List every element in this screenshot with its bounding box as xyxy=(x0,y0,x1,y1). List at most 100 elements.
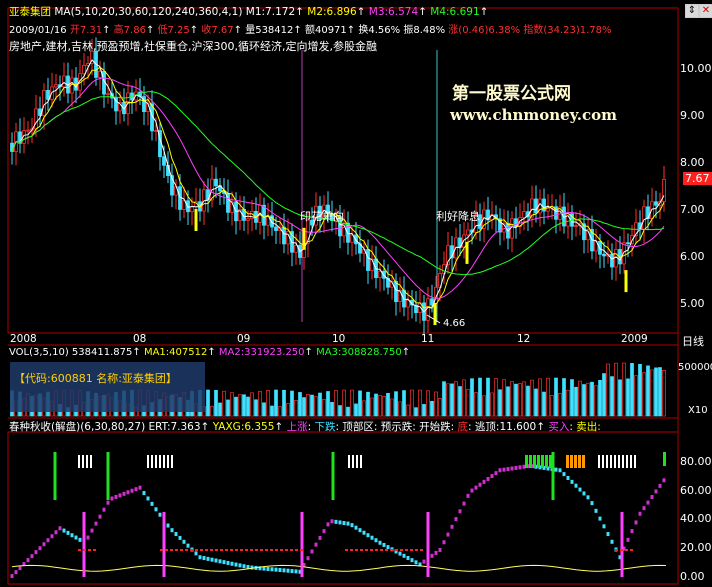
volume-bar xyxy=(486,377,490,417)
indicator-step xyxy=(194,551,198,556)
indicator-step xyxy=(90,528,94,533)
change-value: 涨(0.46)6.38% xyxy=(448,25,521,36)
indicator-step xyxy=(334,519,338,524)
close-icon[interactable]: ✕ xyxy=(699,4,712,18)
indicator-step xyxy=(274,567,278,572)
candle-body xyxy=(626,242,630,245)
volume-bar xyxy=(594,385,598,417)
sectors: 房地产,建材,吉林,预盈预增,社保重仓,沪深300,循环经济,定向增发,参股金融 xyxy=(9,40,377,53)
bottom-zone-dot xyxy=(160,549,163,551)
candle-body xyxy=(246,218,250,221)
volume-bar xyxy=(406,404,410,417)
watermark-url: www.chnmoney.com xyxy=(450,106,617,124)
period-tab[interactable]: 日线 xyxy=(682,333,704,349)
indicator-step xyxy=(630,529,634,534)
candle-body xyxy=(214,178,218,187)
chart-canvas[interactable] xyxy=(0,0,712,587)
top-tick xyxy=(549,455,552,468)
bottom-zone-dot xyxy=(365,549,368,551)
indicator-step xyxy=(410,558,414,563)
indicator-bottom: 底 xyxy=(457,421,469,433)
volume-bar xyxy=(238,394,242,417)
low-value: 低7.25 xyxy=(157,25,190,36)
restore-icon[interactable]: ⇕ xyxy=(685,4,699,18)
indicator-step xyxy=(218,559,222,564)
volume-bar xyxy=(342,389,346,417)
indicator-step xyxy=(178,535,182,540)
indicator-name: 春种秋收(解盘) xyxy=(9,421,81,433)
time-label: 2009 xyxy=(621,333,648,345)
volume-bar xyxy=(482,395,486,417)
annotation-stamp-duty: 印花单向 xyxy=(300,210,344,223)
bottom-zone-dot xyxy=(375,549,378,551)
top-tick xyxy=(151,455,153,468)
volume-bar xyxy=(434,391,438,417)
volume-bar xyxy=(662,369,666,417)
volume-bar xyxy=(646,365,650,417)
indicator-step xyxy=(578,487,582,492)
volume-bar xyxy=(526,385,530,417)
volume-bar xyxy=(330,402,334,417)
indicator-step xyxy=(338,520,342,525)
top-tick xyxy=(352,455,354,468)
top-tick xyxy=(634,455,636,468)
candle-body xyxy=(610,253,614,268)
top-tick xyxy=(171,455,173,468)
indicator-step xyxy=(566,475,570,480)
indicator-step xyxy=(174,532,178,537)
top-tick xyxy=(610,455,612,468)
indicator-step xyxy=(514,465,518,470)
indicator-step xyxy=(26,558,30,563)
bottom-zone-dot xyxy=(180,549,183,551)
indicator-step xyxy=(66,530,70,535)
volume-bar xyxy=(262,402,266,417)
volume-bar xyxy=(234,396,238,417)
bottom-zone-dot xyxy=(235,549,238,551)
indicator-step xyxy=(450,524,454,529)
buy-marker xyxy=(302,227,306,250)
volume-spec: VOL(3,5,10) xyxy=(9,347,69,358)
volume-v: 538411.875 xyxy=(71,347,133,358)
indicator-step xyxy=(490,474,494,479)
bottom-zone-dot xyxy=(405,549,408,551)
indicator-step xyxy=(366,533,370,538)
top-tick xyxy=(606,455,608,468)
indicator-step xyxy=(594,508,598,513)
top-tick xyxy=(618,455,620,468)
indicator-step xyxy=(50,534,54,539)
bottom-zone-dot xyxy=(300,549,303,551)
ma-spec: MA(5,10,20,30,60,120,240,360,4,1) xyxy=(54,6,243,18)
time-label: 11 xyxy=(421,333,435,345)
price-axis-label: 10.00 xyxy=(680,62,712,75)
indicator-step xyxy=(650,495,654,500)
volume-bar xyxy=(346,406,350,417)
open-value: 开7.31 xyxy=(69,25,103,36)
bottom-zone-dot xyxy=(420,549,423,551)
volume-bar xyxy=(318,392,322,417)
indicator-step xyxy=(494,471,498,476)
indicator-step xyxy=(350,523,354,528)
bottom-zone-dot xyxy=(355,549,358,551)
indicator-step xyxy=(510,466,514,471)
volume-bar xyxy=(306,393,310,417)
candle-body xyxy=(62,75,66,88)
volume-bar xyxy=(474,392,478,417)
bottom-zone-dot xyxy=(380,549,383,551)
indicator-step xyxy=(406,555,410,560)
indicator-step xyxy=(234,562,238,567)
volume-bar xyxy=(286,403,290,417)
volume-bar xyxy=(574,386,578,417)
volume-bar xyxy=(310,394,314,417)
candle-body xyxy=(546,207,550,212)
volume-bar xyxy=(426,390,430,417)
indicator-step xyxy=(610,539,614,544)
bottom-zone-dot xyxy=(240,549,243,551)
indicator-step xyxy=(382,542,386,547)
candle-body xyxy=(378,270,382,279)
indicator-step xyxy=(586,495,590,500)
volume-bar xyxy=(290,390,294,417)
top-tick xyxy=(602,455,604,468)
indicator-step xyxy=(62,528,66,533)
volume-bar xyxy=(522,381,526,417)
stock-name: 亚泰集团 xyxy=(9,6,51,18)
